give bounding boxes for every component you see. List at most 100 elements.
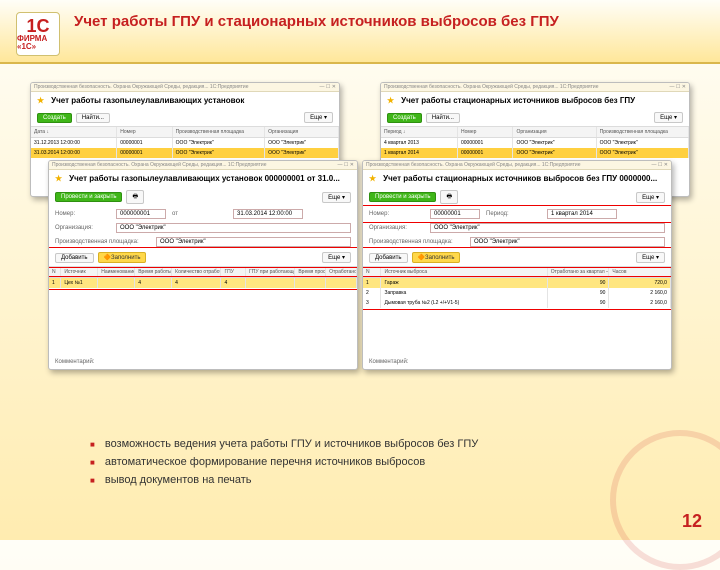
- form-row: Номер: 000000001 от 31.03.2014 12:00:00: [49, 207, 357, 221]
- col: Дата: [34, 129, 45, 135]
- app-caption: Производственная безопасность. Охрана Ок…: [384, 84, 599, 90]
- logo-text: 1С: [26, 17, 49, 35]
- date-field[interactable]: 31.03.2014 12:00:00: [233, 209, 303, 219]
- doc-title: Учет работы стационарных источников выбр…: [383, 174, 657, 183]
- create-button[interactable]: Создать: [387, 113, 422, 123]
- col: Время простоя: [295, 267, 326, 277]
- more-button[interactable]: Еще ▾: [636, 252, 665, 263]
- table-row[interactable]: 4 квартал 2013 00000001 ООО "Электрик" О…: [381, 138, 689, 148]
- site-field[interactable]: ООО "Электрик": [156, 237, 351, 247]
- fill-toolbar: Добавить 🔶 Заполнить Еще ▾: [363, 249, 671, 266]
- col: N: [363, 267, 381, 277]
- toolbar: Провести и закрыть 🖶 Еще ▾: [49, 187, 357, 207]
- print-icon[interactable]: 🖶: [440, 190, 458, 204]
- logo-sub: ФИРМА «1С»: [17, 35, 59, 51]
- find-button[interactable]: Найти...: [426, 113, 460, 123]
- find-button[interactable]: Найти...: [76, 113, 110, 123]
- window-gpu-form: Производственная безопасность. Охрана Ок…: [48, 160, 358, 370]
- toolbar: Создать Найти... Еще ▾: [31, 109, 339, 126]
- comment-label: Комментарий:: [55, 359, 94, 365]
- titlebar: Производственная безопасность. Охрана Ок…: [31, 83, 339, 92]
- corner-decoration: [610, 430, 720, 570]
- table-row[interactable]: 1 Гараж 90 720,0: [363, 278, 671, 288]
- more-button[interactable]: Еще ▾: [304, 112, 333, 123]
- form-row: Производственная площадка: ООО "Электрик…: [49, 235, 357, 249]
- star-icon: ★: [37, 96, 44, 105]
- table-row[interactable]: 1 квартал 2014 00000001 ООО "Электрик" О…: [381, 148, 689, 158]
- doc-title-row: ★ Учет работы газопылеулавливающих устан…: [31, 92, 339, 109]
- win-controls-icon: — ☐ ✕: [670, 84, 686, 90]
- more-button[interactable]: Еще ▾: [322, 192, 351, 203]
- add-button[interactable]: Добавить: [369, 253, 408, 263]
- table-row[interactable]: 3 Дымовая труба №2 (L2 +/+V1-5) 90 2 160…: [363, 298, 671, 308]
- toolbar: Создать Найти... Еще ▾: [381, 109, 689, 126]
- label: Организация:: [369, 225, 424, 231]
- col: Источник выброса: [381, 267, 547, 277]
- more-button[interactable]: Еще ▾: [322, 252, 351, 263]
- create-button[interactable]: Создать: [37, 113, 72, 123]
- form-row: Производственная площадка: ООО "Электрик…: [363, 235, 671, 249]
- fill-toolbar: Добавить 🔶 Заполнить Еще ▾: [49, 249, 357, 266]
- period-field[interactable]: 1 квартал 2014: [547, 209, 617, 219]
- org-field[interactable]: ООО "Электрик": [116, 223, 351, 233]
- window-sources-form: Производственная безопасность. Охрана Ок…: [362, 160, 672, 370]
- table-row[interactable]: 31.12.2013 12:00:00 00000001 ООО "Электр…: [31, 138, 339, 148]
- grid-header: Период ↓ Номер Организация Производствен…: [381, 126, 689, 138]
- fill-button[interactable]: 🔶 Заполнить: [412, 252, 461, 263]
- source-rows-box: 1 Гараж 90 720,0 2 Заправка 90 2 160,0 3…: [363, 278, 671, 308]
- bullet-list: возможность ведения учета работы ГПУ и и…: [90, 438, 478, 492]
- label: Производственная площадка:: [369, 239, 464, 245]
- form-row: Номер: 00000001 Период: 1 квартал 2014: [363, 207, 671, 221]
- org-field[interactable]: ООО "Электрик": [430, 223, 665, 233]
- col: N: [49, 267, 61, 277]
- col: Время работы в сутки: [135, 267, 172, 277]
- doc-title-row: ★ Учет работы стационарных источников вы…: [363, 170, 671, 187]
- col: ГПУ: [221, 267, 246, 277]
- col: Производственная площадка: [597, 127, 689, 137]
- list-item: возможность ведения учета работы ГПУ и и…: [90, 438, 478, 450]
- doc-title-row: ★ Учет работы газопылеулавливающих устан…: [49, 170, 357, 187]
- col: Отработано: [326, 267, 357, 277]
- doc-title: Учет работы газопылеулавливающих установ…: [69, 174, 340, 183]
- fill-button[interactable]: 🔶 Заполнить: [98, 252, 147, 263]
- label: Производственная площадка:: [55, 239, 150, 245]
- label: Организация:: [55, 225, 110, 231]
- add-button[interactable]: Добавить: [55, 253, 94, 263]
- col: Номер: [458, 127, 513, 137]
- post-close-button[interactable]: Провести и закрыть: [369, 192, 436, 202]
- number-field[interactable]: 00000001: [430, 209, 480, 219]
- table-row[interactable]: 1 Цех №1 4 4 4: [49, 278, 357, 288]
- slide-header: 1С ФИРМА «1С» Учет работы ГПУ и стациона…: [0, 0, 720, 64]
- win-controls-icon: — ☐ ✕: [320, 84, 336, 90]
- doc-title-row: ★ Учет работы стационарных источников вы…: [381, 92, 689, 109]
- toolbar: Провести и закрыть 🖶 Еще ▾: [363, 187, 671, 207]
- col: ГПУ при работающем оборудовании: [246, 267, 295, 277]
- col: Производственная площадка: [173, 127, 265, 137]
- win-controls-icon: — ☐ ✕: [652, 162, 668, 168]
- grid-header: N Источник выброса Отработано за квартал…: [363, 266, 671, 278]
- doc-title: Учет работы стационарных источников выбр…: [401, 96, 635, 105]
- label: Номер:: [55, 211, 110, 217]
- print-icon[interactable]: 🖶: [126, 190, 144, 204]
- label: от: [172, 211, 227, 217]
- post-close-button[interactable]: Провести и закрыть: [55, 192, 122, 202]
- doc-title: Учет работы газопылеулавливающих установ…: [51, 96, 244, 105]
- grid-header: Дата ↓ Номер Производственная площадка О…: [31, 126, 339, 138]
- table-row[interactable]: 2 Заправка 90 2 160,0: [363, 288, 671, 298]
- app-caption: Производственная безопасность. Охрана Ок…: [366, 162, 581, 168]
- col: Организация: [265, 127, 339, 137]
- more-button[interactable]: Еще ▾: [636, 192, 665, 203]
- more-button[interactable]: Еще ▾: [654, 112, 683, 123]
- list-item: вывод документов на печать: [90, 474, 478, 486]
- screenshot-area: Производственная безопасность. Охрана Ок…: [30, 82, 690, 392]
- label: Номер:: [369, 211, 424, 217]
- col: Отработано за квартал — Дней: [548, 267, 610, 277]
- col: Часов: [609, 267, 671, 277]
- table-row[interactable]: 31.03.2014 12:00:00 00000001 ООО "Электр…: [31, 148, 339, 158]
- number-field[interactable]: 000000001: [116, 209, 166, 219]
- site-field[interactable]: ООО "Электрик": [470, 237, 665, 247]
- col: Источник: [61, 267, 98, 277]
- form-row: Организация: ООО "Электрик": [49, 221, 357, 235]
- titlebar: Производственная безопасность. Охрана Ок…: [363, 161, 671, 170]
- grid-header: N Источник Наименование Время работы в с…: [49, 266, 357, 278]
